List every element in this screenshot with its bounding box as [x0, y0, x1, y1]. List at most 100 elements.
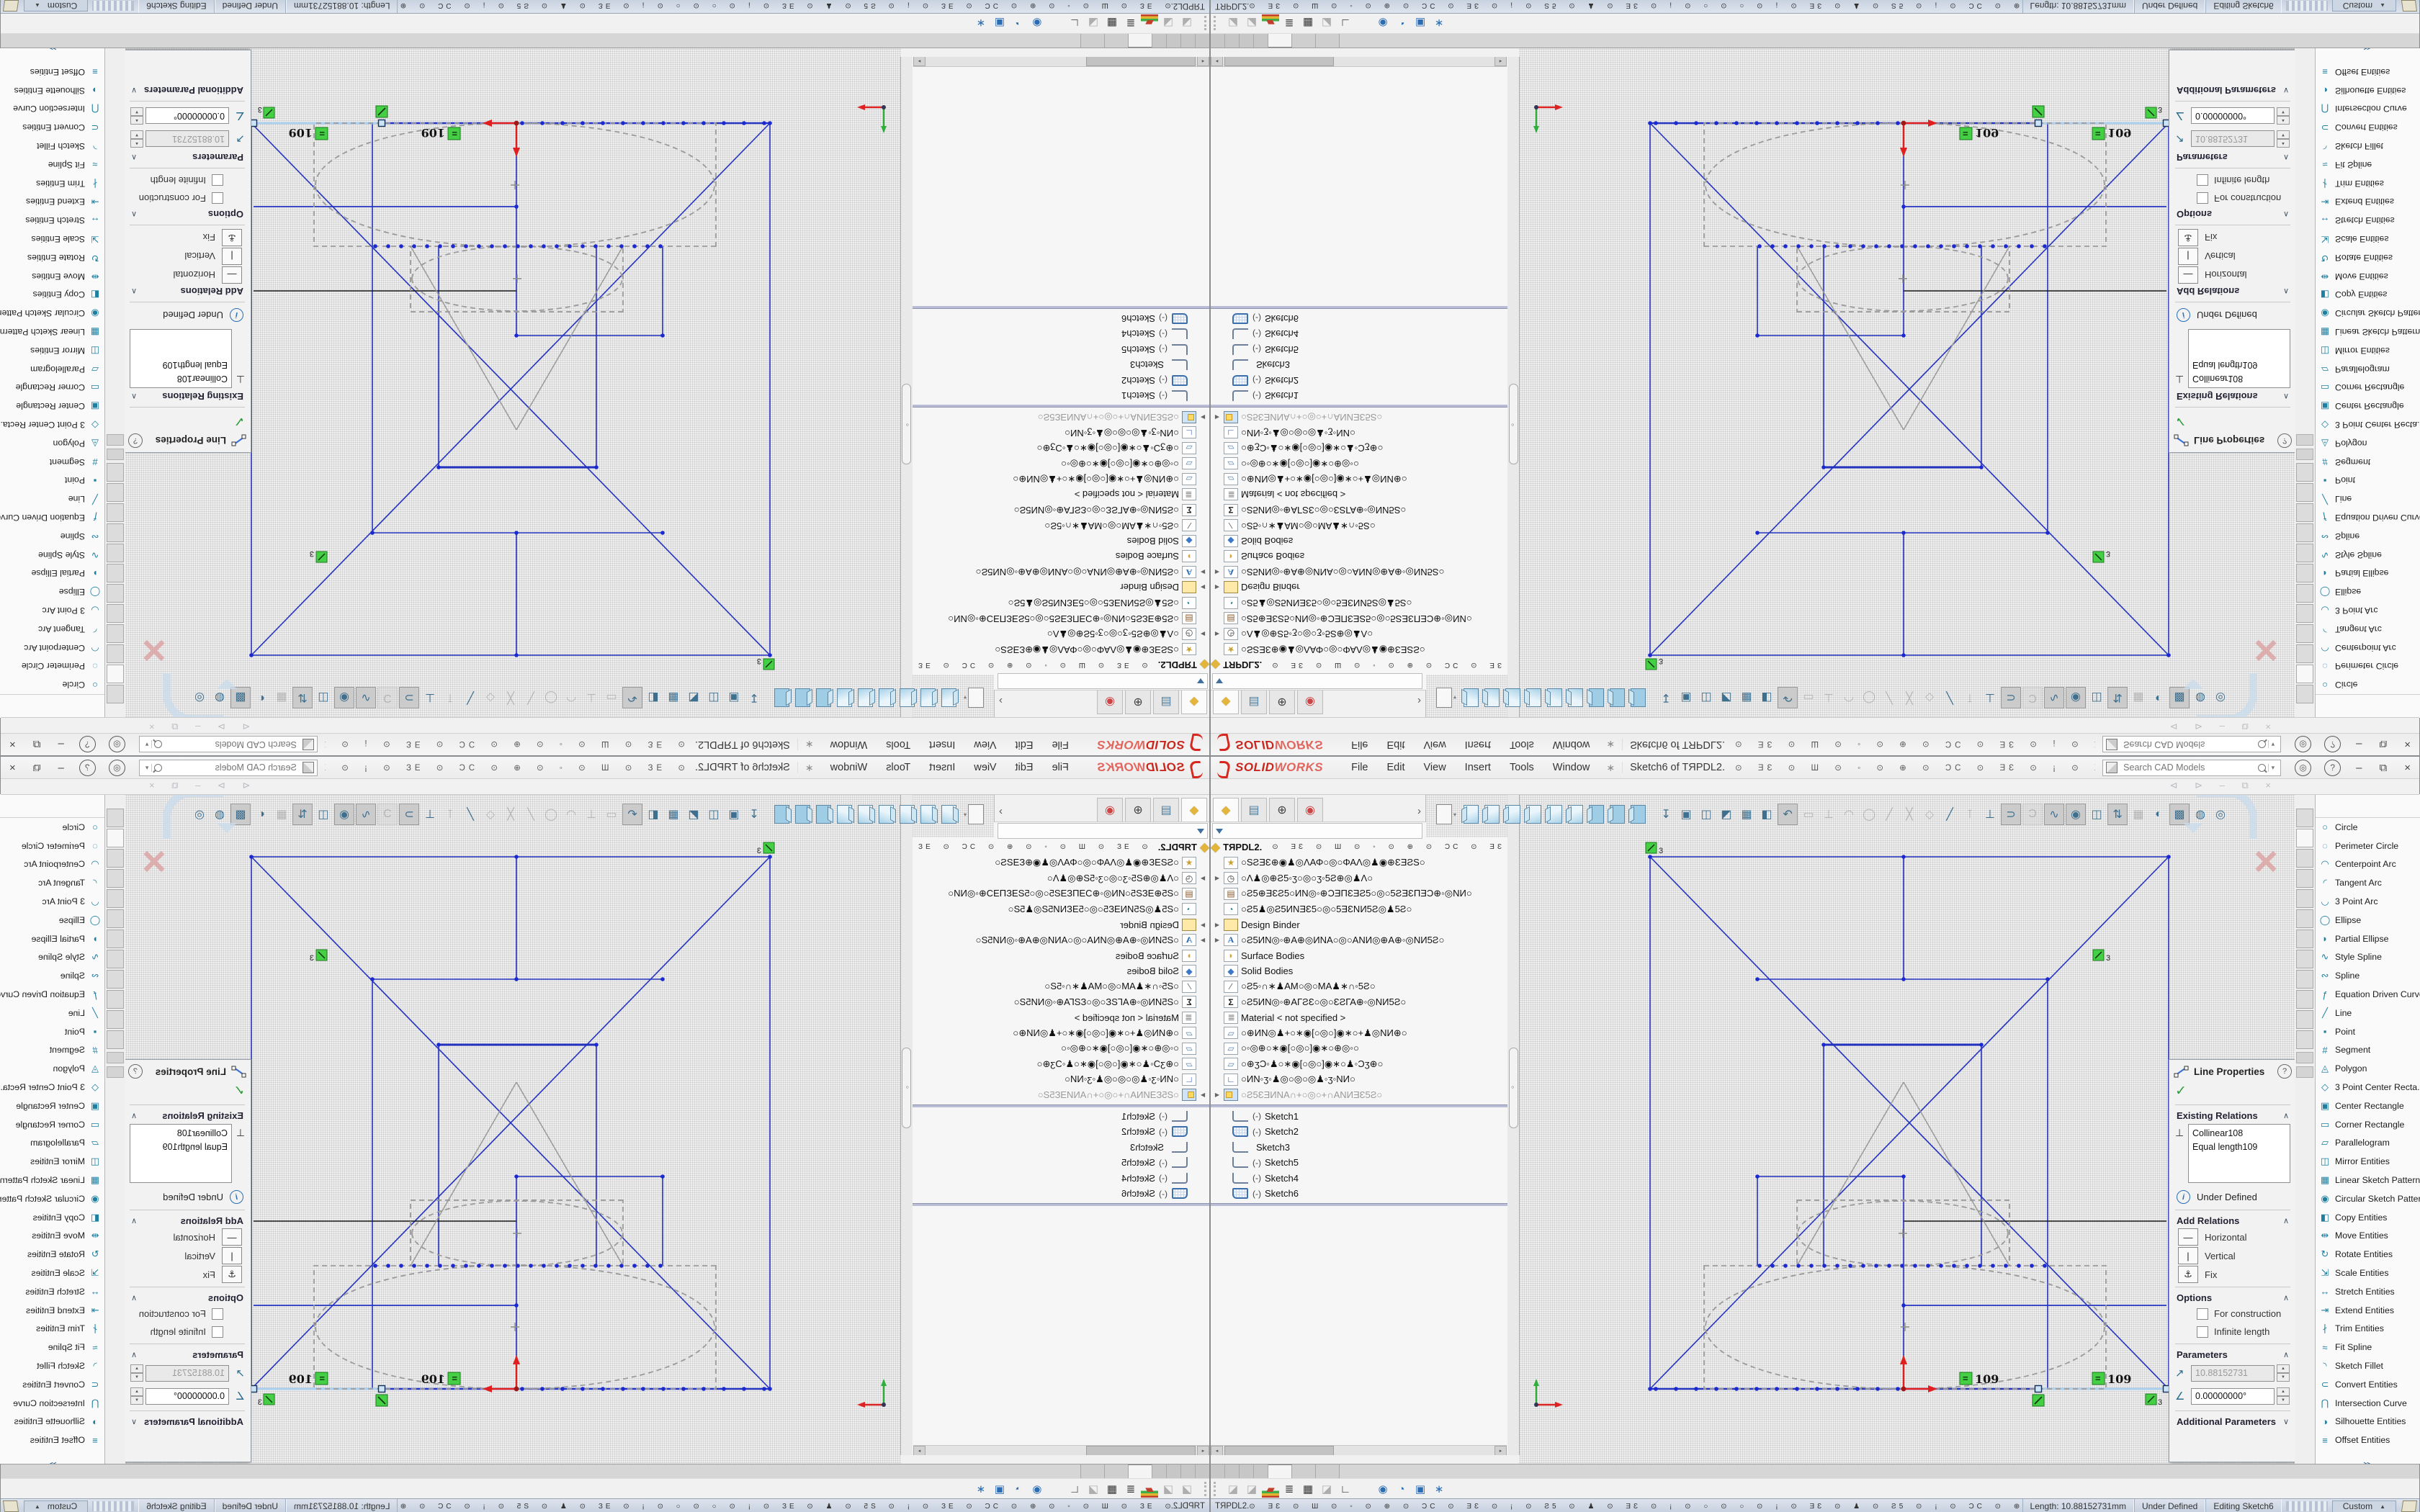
tab-nav-button[interactable]: [1225, 33, 1240, 48]
menu-item[interactable]: File: [1043, 757, 1078, 778]
expand-arrow-icon[interactable]: ▶: [1196, 569, 1209, 575]
view-orientation-cube-icon[interactable]: [879, 688, 894, 707]
menu-item[interactable]: Edit: [1378, 757, 1415, 778]
expand-arrow-icon[interactable]: ▶: [1196, 1092, 1209, 1098]
sketch-toolbar-icon[interactable]: ◯: [542, 688, 560, 708]
tree-item[interactable]: ≣ Material < not specified >: [913, 1010, 1209, 1026]
scroll-thumb[interactable]: [1086, 1446, 1196, 1455]
panel-tab[interactable]: ▤: [1241, 798, 1267, 822]
sketch-toolbar-icon[interactable]: ◫: [314, 688, 333, 708]
angle-spinner[interactable]: ▲▼: [2277, 107, 2290, 125]
tool-button[interactable]: ▭ Corner Rectangle: [0, 378, 104, 397]
sketch-toolbar-icon[interactable]: ▩: [2169, 687, 2190, 708]
tab-nav-button[interactable]: [1180, 33, 1195, 48]
checkbox[interactable]: [2197, 193, 2208, 204]
option-infinite-length[interactable]: Infinite length: [2169, 171, 2296, 189]
sketch-item[interactable]: (-) Sketch1: [1211, 388, 1507, 404]
sketch-toolbar-icon[interactable]: Ɔ: [2022, 804, 2043, 825]
checkbox[interactable]: [2197, 1308, 2208, 1320]
sketch-item[interactable]: Sketch3: [913, 1140, 1209, 1156]
option-for-construction[interactable]: For construction: [124, 189, 251, 207]
menu-item[interactable]: Edit: [1006, 757, 1043, 778]
commandmanager-tab[interactable]: [107, 544, 124, 562]
sketch-toolbar-icon[interactable]: ◫: [704, 804, 723, 824]
add-relation-horizontal[interactable]: —Horizontal: [124, 266, 251, 284]
expand-arrow-icon[interactable]: ▶: [1196, 414, 1209, 420]
tag-icon[interactable]: [3, 0, 19, 12]
tree-item[interactable]: ▶ ◷ ○Λ♟◎⊕Ƨ5◦ʒ○◎○ʒ◦5Ƨ⊕◎♟Λ○: [913, 626, 1209, 642]
tool-button[interactable]: ◠ Centerpoint Arc: [0, 855, 104, 874]
search-icon[interactable]: [154, 764, 162, 772]
sketch-item[interactable]: Sketch3: [913, 357, 1209, 373]
bottom-toolbar-icon[interactable]: ◪: [1224, 1480, 1242, 1498]
sketch-toolbar-icon[interactable]: ╳: [501, 804, 520, 824]
length-field[interactable]: 10.88152731: [145, 131, 229, 148]
menu-item[interactable]: View: [964, 734, 1005, 755]
tool-button[interactable]: ∤ Trim Entities: [0, 1320, 104, 1338]
tree-item[interactable]: ▱ ○⊕ʒƆ◦♟○∗◉[○◎○]◉∗○♟◦Ɔʒ⊕○: [1211, 1056, 1507, 1072]
quick-access-toolbar[interactable]: ⊙ ƎƐ ⊙ Ш ⊙ ◦ ⊙ ⊕ ⊙ ƆC ⊙ ƎƐ ⊙ ¡ ⊙ ƎƐ ⊙ ♟ …: [325, 739, 685, 750]
scroll-thumb[interactable]: [1224, 57, 1334, 66]
bottom-toolbar-icon[interactable]: ≣: [1122, 1480, 1139, 1498]
account-icon[interactable]: ◎: [2295, 737, 2311, 753]
menu-item[interactable]: Insert: [920, 734, 964, 755]
tree-item[interactable]: ▤ ○Ƨ5⊕ƎƐƧ5○ИΝ◎◦⊕ƆƎΠƐƎƧ5○◎○5ƧƎƐΠƎƆ⊕◦◎ΝИ○: [913, 611, 1209, 626]
tool-button[interactable]: ≈ Fit Spline: [0, 1338, 104, 1356]
sketch-item[interactable]: (-) Sketch2: [913, 373, 1209, 389]
tree-item[interactable]: ▶ ○Ƨ5ƐƎИΝΑ∩+○◎○+∩ΑΝИƎƐ5Ƨ○: [913, 410, 1209, 426]
tool-button[interactable]: ◇ 3 Point Center Recta...: [0, 1078, 104, 1097]
minimize-button[interactable]: –: [49, 762, 72, 774]
view-orientation-cube-icon[interactable]: [837, 688, 852, 707]
scroll-thumb[interactable]: [1224, 1446, 1334, 1455]
bottom-toolbar-icon[interactable]: ▦: [1103, 1480, 1121, 1498]
quick-access-toolbar[interactable]: ⊙ ƎƐ ⊙ Ш ⊙ ◦ ⊙ ⊕ ⊙ ƆC ⊙ ƎƐ ⊙ ¡ ⊙ ƎƐ ⊙ ♟ …: [1735, 762, 2095, 773]
panel-tab[interactable]: ◉: [1297, 690, 1323, 714]
sketch-toolbar-icon[interactable]: ╳: [501, 688, 520, 708]
add-relation-fix[interactable]: ⚓Fix: [2169, 1265, 2296, 1284]
sketch-toolbar-icon[interactable]: ◇: [481, 804, 500, 824]
tree-item[interactable]: ∟ ○ИΝ◦ʒ◦♟◎○◎○◎♟◦ʒ◦ΝИ○: [913, 425, 1209, 441]
tool-button[interactable]: ◯ Ellipse: [2316, 911, 2420, 930]
bottom-toolbar-icon[interactable]: ◉: [1028, 1480, 1046, 1498]
add-relation-horizontal[interactable]: —Horizontal: [2169, 1228, 2296, 1246]
sketch-toolbar-icon[interactable]: ⊺: [1960, 804, 1979, 824]
bottom-toolbar-icon[interactable]: ∟: [1337, 1480, 1354, 1498]
bottom-toolbar-icon[interactable]: ◪: [1178, 1480, 1196, 1498]
commandmanager-tab[interactable]: [2296, 1030, 2313, 1049]
commandmanager-tab[interactable]: [107, 829, 124, 847]
tool-button[interactable]: ⊂ Convert Entities: [0, 1375, 104, 1394]
tool-button[interactable]: ◗ Partial Ellipse: [0, 930, 104, 948]
tool-button[interactable]: ◌ Perimeter Circle: [0, 657, 104, 675]
tool-button[interactable]: ◉ Circular Sketch Pattern: [2316, 304, 2420, 323]
panel-tab[interactable]: ⊕: [1269, 798, 1295, 822]
panel-splitter[interactable]: [900, 794, 913, 1455]
tool-button[interactable]: ▦ Linear Sketch Pattern: [0, 323, 104, 341]
tree-item[interactable]: ▤ ○Ƨ5⊕ƎƐƧ5○ИΝ◎◦⊕ƆƎΠƐƎƧ5○◎○5ƧƎƐΠƎƆ⊕◦◎ΝИ○: [1211, 611, 1507, 626]
angle-field[interactable]: 0.00000000°: [145, 108, 229, 125]
tree-splitter[interactable]: [913, 307, 1209, 310]
view-orientation-cube-icon[interactable]: [1505, 805, 1520, 824]
view-orientation-cube-icon[interactable]: [1547, 688, 1562, 707]
commandmanager-tab[interactable]: [107, 584, 124, 603]
bottom-toolbar-icon[interactable]: [1047, 14, 1065, 32]
tree-filter[interactable]: [1212, 673, 1422, 689]
tool-button[interactable]: ◑ Silhouette Entities: [2316, 1413, 2420, 1431]
search-box[interactable]: ▾: [2102, 737, 2281, 753]
sketch-toolbar-icon[interactable]: ╳: [1900, 688, 1919, 708]
tool-button[interactable]: ↔ Stretch Entities: [0, 1282, 104, 1301]
tree-item[interactable]: ≣ Material < not specified >: [1211, 487, 1507, 503]
expand-arrow-icon[interactable]: ▶: [1211, 584, 1224, 590]
tool-button[interactable]: ƒ Equation Driven Curve: [2316, 985, 2420, 1004]
tree-item[interactable]: ▱ ○⊕ʒƆ◦♟○∗◉[○◎○]◉∗○♟◦Ɔʒ⊕○: [913, 1056, 1209, 1072]
sketch-toolbar-icon[interactable]: ◫: [1697, 688, 1716, 708]
commandmanager-tab[interactable]: [2296, 564, 2313, 582]
tab-nav-button[interactable]: [1254, 1464, 1268, 1479]
bottom-toolbar-icon[interactable]: ◪: [1243, 14, 1260, 32]
document-tab[interactable]: [1080, 1464, 1104, 1479]
commandmanager-tab[interactable]: [2296, 483, 2313, 502]
panel-tab[interactable]: ◆: [1181, 690, 1207, 714]
tool-button[interactable]: ∾ Spline: [2316, 966, 2420, 985]
search-box[interactable]: ▾: [139, 760, 318, 776]
document-tab[interactable]: [1292, 1464, 1316, 1479]
unit-system-dropdown[interactable]: Custom▲: [2332, 0, 2396, 12]
